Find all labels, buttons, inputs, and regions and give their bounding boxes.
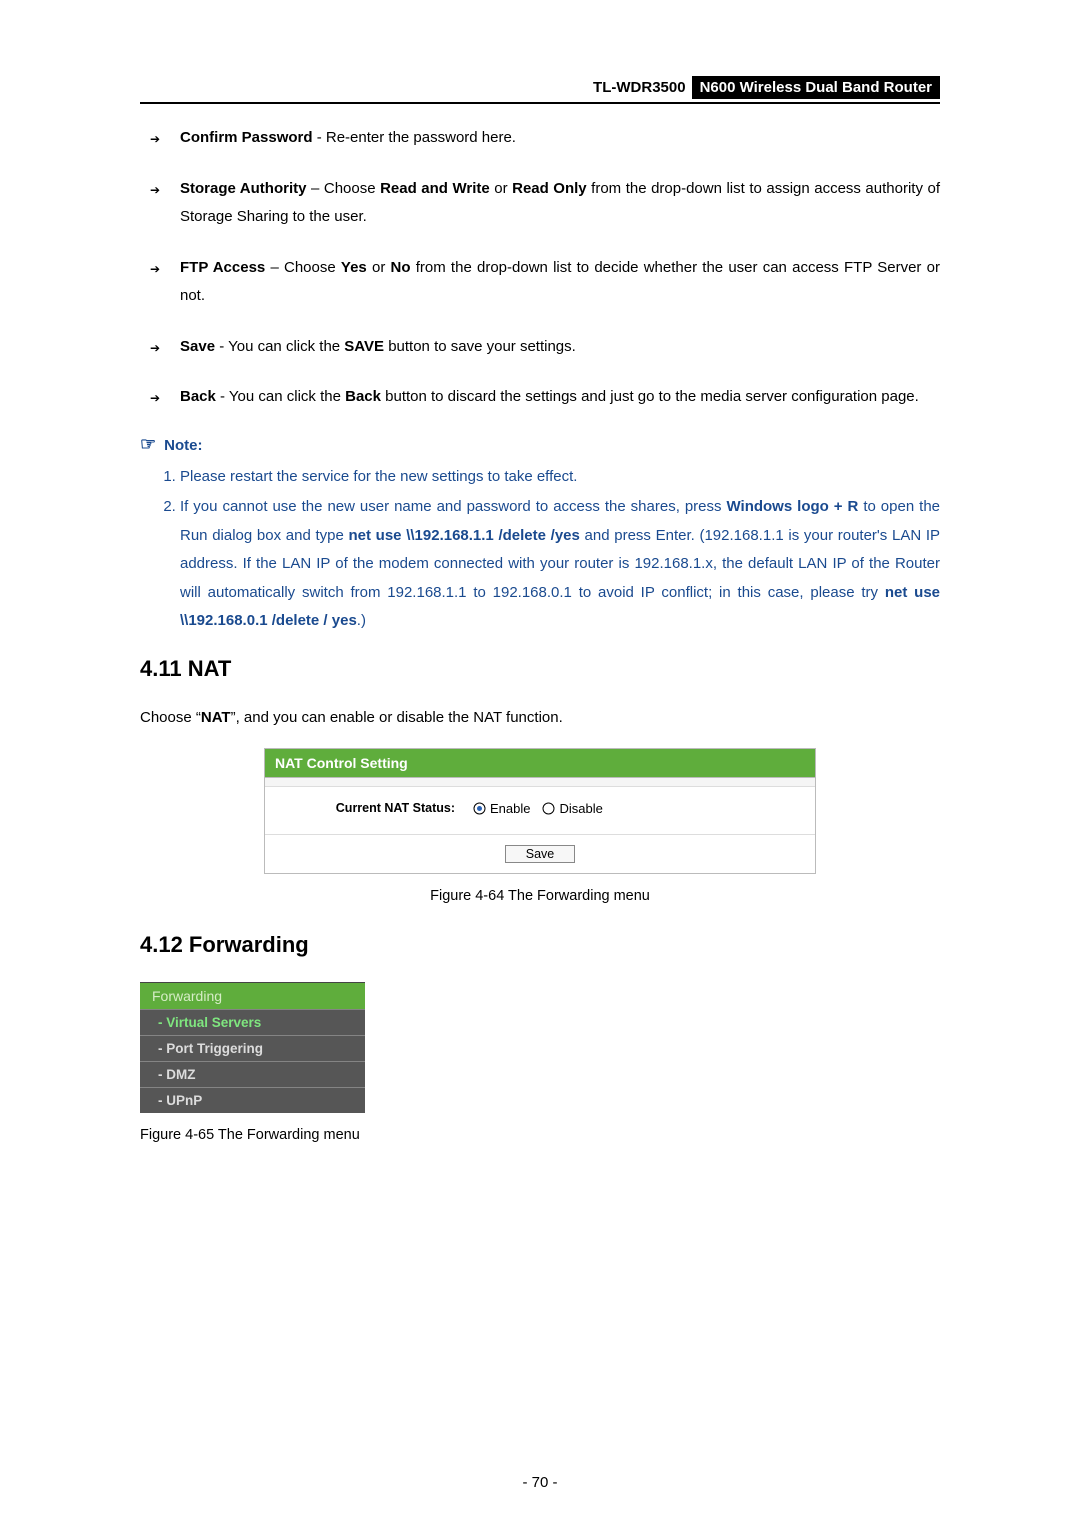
- section-nat-title: 4.11 NAT: [140, 656, 940, 682]
- nat-status-label: Current NAT Status:: [275, 801, 455, 815]
- bullet-storage-authority: Storage Authority – Choose Read and Writ…: [180, 175, 940, 232]
- nat-panel-footer: Save: [265, 835, 815, 873]
- bullet-sep: -: [216, 388, 229, 405]
- nat-disable-label: Disable: [559, 801, 602, 816]
- section-forwarding-title: 4.12 Forwarding: [140, 932, 940, 958]
- forwarding-menu-header[interactable]: Forwarding: [140, 983, 365, 1009]
- radio-unselected-icon: [542, 802, 555, 815]
- nat-enable-radio[interactable]: Enable: [473, 801, 530, 816]
- bullet-sep: -: [313, 129, 326, 146]
- hand-pointer-icon: ☞: [140, 434, 156, 454]
- bullet-ftp-access: FTP Access – Choose Yes or No from the d…: [180, 254, 940, 311]
- note-list: Please restart the service for the new s…: [140, 463, 940, 636]
- note-item-1: Please restart the service for the new s…: [180, 463, 940, 492]
- parameter-bullet-list: Confirm Password - Re-enter the password…: [140, 124, 940, 412]
- bullet-text: Choose Yes or No from the drop-down list…: [180, 259, 940, 305]
- menu-item-virtual-servers[interactable]: - Virtual Servers: [140, 1009, 365, 1035]
- bullet-text: You can click the Back button to discard…: [229, 388, 919, 405]
- bullet-label: FTP Access: [180, 259, 265, 276]
- bullet-label: Save: [180, 338, 215, 355]
- note-heading-text: Note:: [164, 437, 202, 454]
- nat-control-panel: NAT Control Setting Current NAT Status: …: [264, 748, 816, 874]
- bullet-label: Storage Authority: [180, 180, 306, 197]
- bullet-sep: -: [215, 338, 228, 355]
- nat-intro-bold: NAT: [201, 709, 231, 726]
- nat-enable-label: Enable: [490, 801, 530, 816]
- bullet-text: Re-enter the password here.: [326, 129, 516, 146]
- bullet-back: Back - You can click the Back button to …: [180, 383, 940, 412]
- nat-intro-suffix: ”, and you can enable or disable the NAT…: [231, 709, 563, 726]
- bullet-sep: –: [265, 259, 284, 276]
- header-model: TL-WDR3500: [587, 77, 692, 98]
- forwarding-menu: Forwarding - Virtual Servers - Port Trig…: [140, 982, 365, 1113]
- bullet-sep: –: [306, 180, 323, 197]
- bullet-confirm-password: Confirm Password - Re-enter the password…: [180, 124, 940, 153]
- nat-panel-spacer: [265, 778, 815, 787]
- nat-panel-wrapper: NAT Control Setting Current NAT Status: …: [140, 748, 940, 874]
- menu-item-dmz[interactable]: - DMZ: [140, 1061, 365, 1087]
- page-number: - 70 -: [140, 1474, 940, 1491]
- note-heading: ☞ Note:: [140, 434, 940, 455]
- bullet-label: Back: [180, 388, 216, 405]
- figure-caption-nat: Figure 4-64 The Forwarding menu: [140, 888, 940, 904]
- bullet-text: You can click the SAVE button to save yo…: [228, 338, 576, 355]
- radio-selected-icon: [473, 802, 486, 815]
- bullet-label: Confirm Password: [180, 129, 313, 146]
- page-header: TL-WDR3500 N600 Wireless Dual Band Route…: [140, 76, 940, 99]
- nat-intro-prefix: Choose “: [140, 709, 201, 726]
- header-description: N600 Wireless Dual Band Router: [692, 76, 940, 99]
- nat-intro-paragraph: Choose “NAT”, and you can enable or disa…: [140, 706, 940, 730]
- figure-caption-forwarding: Figure 4-65 The Forwarding menu: [140, 1127, 940, 1143]
- note-item-2: If you cannot use the new user name and …: [180, 493, 940, 636]
- menu-item-upnp[interactable]: - UPnP: [140, 1087, 365, 1113]
- bullet-save: Save - You can click the SAVE button to …: [180, 333, 940, 362]
- nat-disable-radio[interactable]: Disable: [542, 801, 602, 816]
- header-rule: [140, 102, 940, 104]
- nat-panel-body: Current NAT Status: Enable Disable: [265, 787, 815, 835]
- nat-save-button[interactable]: Save: [505, 845, 576, 863]
- nat-panel-title: NAT Control Setting: [265, 749, 815, 778]
- menu-item-port-triggering[interactable]: - Port Triggering: [140, 1035, 365, 1061]
